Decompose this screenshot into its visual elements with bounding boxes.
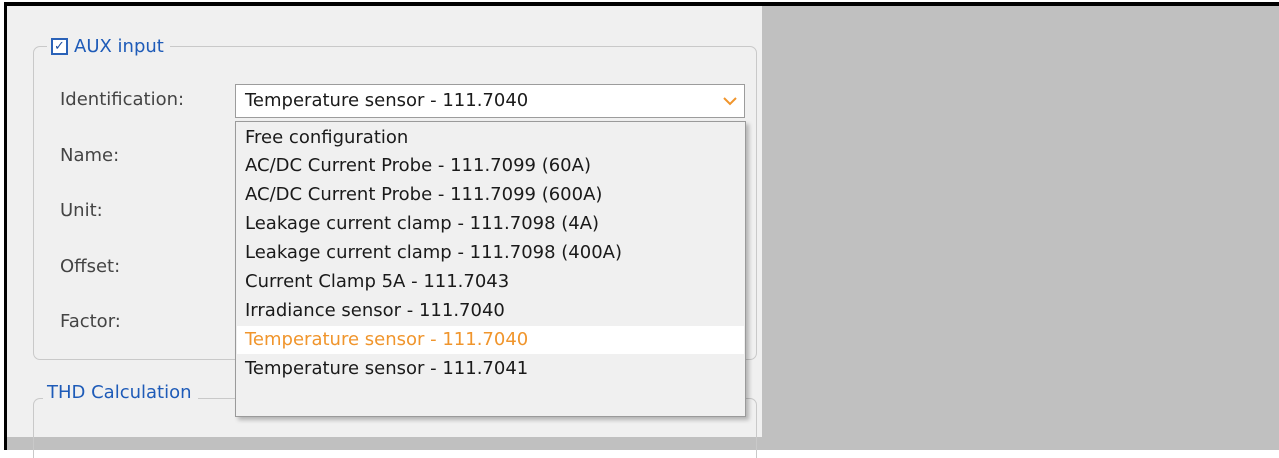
unit-label: Unit:: [60, 200, 103, 221]
dropdown-option[interactable]: Leakage current clamp - 111.7098 (400A): [237, 239, 744, 267]
dropdown-option[interactable]: Free configuration: [237, 124, 744, 152]
dropdown-option[interactable]: Current Clamp 5A - 111.7043: [237, 268, 744, 296]
settings-panel: ✓ AUX input Identification: Name: Unit: …: [7, 6, 762, 458]
dropdown-option[interactable]: AC/DC Current Probe - 111.7099 (60A): [237, 152, 744, 180]
dropdown-option[interactable]: Temperature sensor - 111.7041: [237, 355, 744, 383]
chevron-down-icon: [723, 96, 737, 105]
aux-input-checkbox[interactable]: ✓: [51, 37, 68, 55]
combobox-dropdown-button[interactable]: [716, 85, 744, 117]
checkmark-icon: ✓: [54, 38, 65, 54]
identification-combobox-value: Temperature sensor - 111.7040: [245, 90, 529, 111]
thd-calculation-group-header: THD Calculation: [43, 378, 198, 406]
dropdown-option[interactable]: AC/DC Current Probe - 111.7099 (600A): [237, 181, 744, 209]
offset-label: Offset:: [60, 256, 121, 277]
dropdown-option[interactable]: Irradiance sensor - 111.7040: [237, 297, 744, 325]
identification-dropdown-list: Free configuration AC/DC Current Probe -…: [235, 121, 746, 417]
dropdown-option[interactable]: Leakage current clamp - 111.7098 (4A): [237, 210, 744, 238]
identification-label: Identification:: [60, 89, 185, 110]
aux-input-group-header: ✓ AUX input: [47, 32, 170, 60]
factor-label: Factor:: [60, 311, 121, 332]
dropdown-option-selected[interactable]: Temperature sensor - 111.7040: [237, 326, 744, 354]
thd-calculation-title: THD Calculation: [47, 381, 192, 403]
aux-input-title: AUX input: [74, 35, 164, 57]
identification-combobox[interactable]: Temperature sensor - 111.7040: [235, 84, 745, 118]
name-label: Name:: [60, 145, 120, 166]
